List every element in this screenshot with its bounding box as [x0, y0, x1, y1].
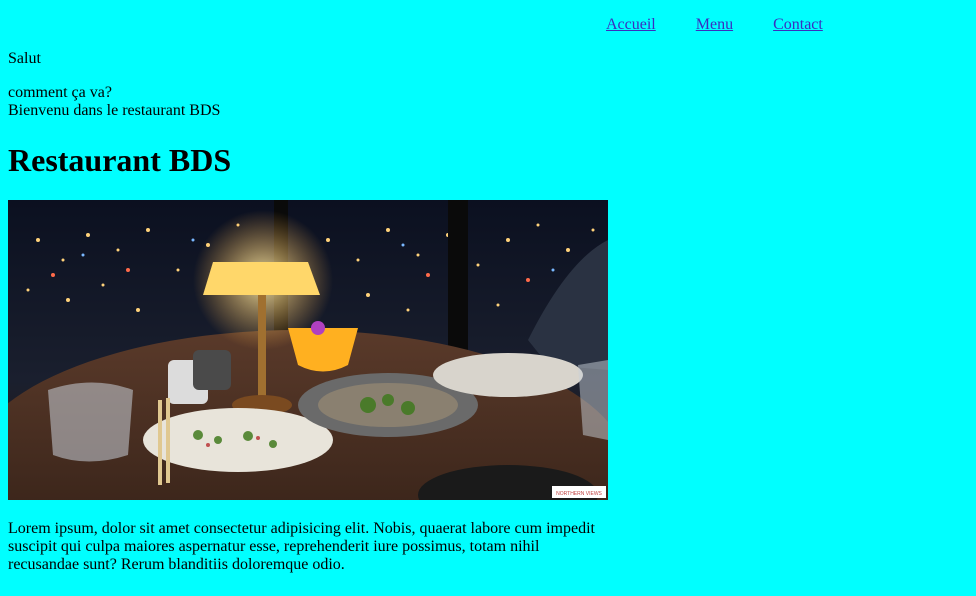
body-paragraph: Lorem ipsum, dolor sit amet consectetur …: [8, 520, 595, 573]
top-nav: Accueil Menu Contact: [606, 16, 823, 34]
nav-link-contact[interactable]: Contact: [773, 16, 823, 34]
restaurant-photo: NORTHERN VIEWS: [8, 200, 608, 500]
nav-link-accueil[interactable]: Accueil: [606, 16, 656, 34]
nav-link-menu[interactable]: Menu: [696, 16, 733, 34]
subtitle-line-2: Bienvenu dans le restaurant BDS: [8, 102, 221, 119]
subtitle-block: comment ça va? Bienvenu dans le restaura…: [8, 84, 608, 120]
main-content: Salut comment ça va? Bienvenu dans le re…: [8, 50, 608, 573]
page-title: Restaurant BDS: [8, 142, 232, 178]
subtitle-line-1: comment ça va?: [8, 84, 112, 101]
photo-watermark: NORTHERN VIEWS: [556, 491, 602, 497]
greeting-text: Salut: [8, 50, 41, 67]
